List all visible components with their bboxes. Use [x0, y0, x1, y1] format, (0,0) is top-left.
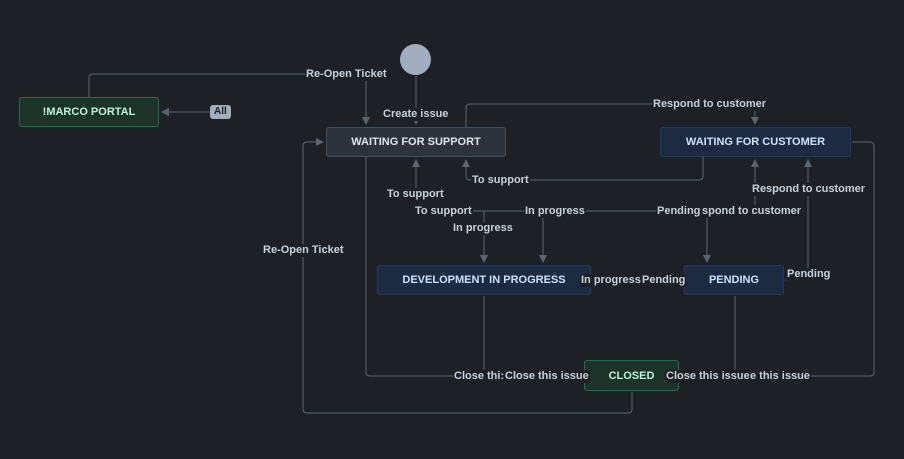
transition-to-support-mid[interactable]: To support — [414, 205, 473, 218]
edge-pending-right — [784, 159, 812, 281]
transition-in-progress-right[interactable]: In progress — [580, 274, 642, 287]
transition-close-2[interactable]: Close this issue — [665, 370, 751, 383]
all-badge[interactable]: All — [210, 105, 231, 119]
transition-in-progress-left[interactable]: In progress — [452, 222, 514, 235]
status-pending[interactable]: PENDING — [684, 265, 784, 295]
status-marco-portal[interactable]: !MARCO PORTAL — [19, 97, 159, 127]
status-waiting-for-support[interactable]: WAITING FOR SUPPORT — [326, 127, 506, 157]
start-node[interactable] — [400, 44, 431, 75]
transition-close-3[interactable]: e this issue — [749, 370, 811, 383]
transition-reopen-top[interactable]: Re-Open Ticket — [305, 68, 388, 81]
transition-to-support-right[interactable]: To support — [471, 174, 530, 187]
transition-pending-right[interactable]: Pending — [786, 268, 832, 281]
status-development-in-progress[interactable]: DEVELOPMENT IN PROGRESS — [377, 265, 591, 295]
transition-respond-top[interactable]: Respond to customer — [652, 98, 768, 111]
transition-pending-left[interactable]: Pending — [641, 274, 687, 287]
transition-reopen-left[interactable]: Re-Open Ticket — [262, 244, 345, 257]
transition-pending-mid[interactable]: Pending — [656, 205, 702, 218]
transition-close-partial[interactable]: Close thi: — [453, 370, 506, 383]
transition-in-progress-top[interactable]: In progress — [524, 205, 586, 218]
transition-spond-to-customer[interactable]: spond to customer — [701, 205, 803, 218]
transition-close-1[interactable]: Close this issue — [504, 370, 590, 383]
status-waiting-for-customer[interactable]: WAITING FOR CUSTOMER — [660, 127, 851, 157]
edge-close-pending — [681, 296, 736, 380]
transition-create-issue[interactable]: Create issue — [382, 108, 450, 121]
edge-close-wfc — [740, 141, 875, 377]
transition-to-support-left[interactable]: To support — [386, 188, 445, 201]
workflow-diagram: !MARCO PORTAL All WAITING FOR SUPPORT WA… — [0, 0, 904, 459]
transition-respond-right[interactable]: Respond to customer — [751, 183, 867, 196]
